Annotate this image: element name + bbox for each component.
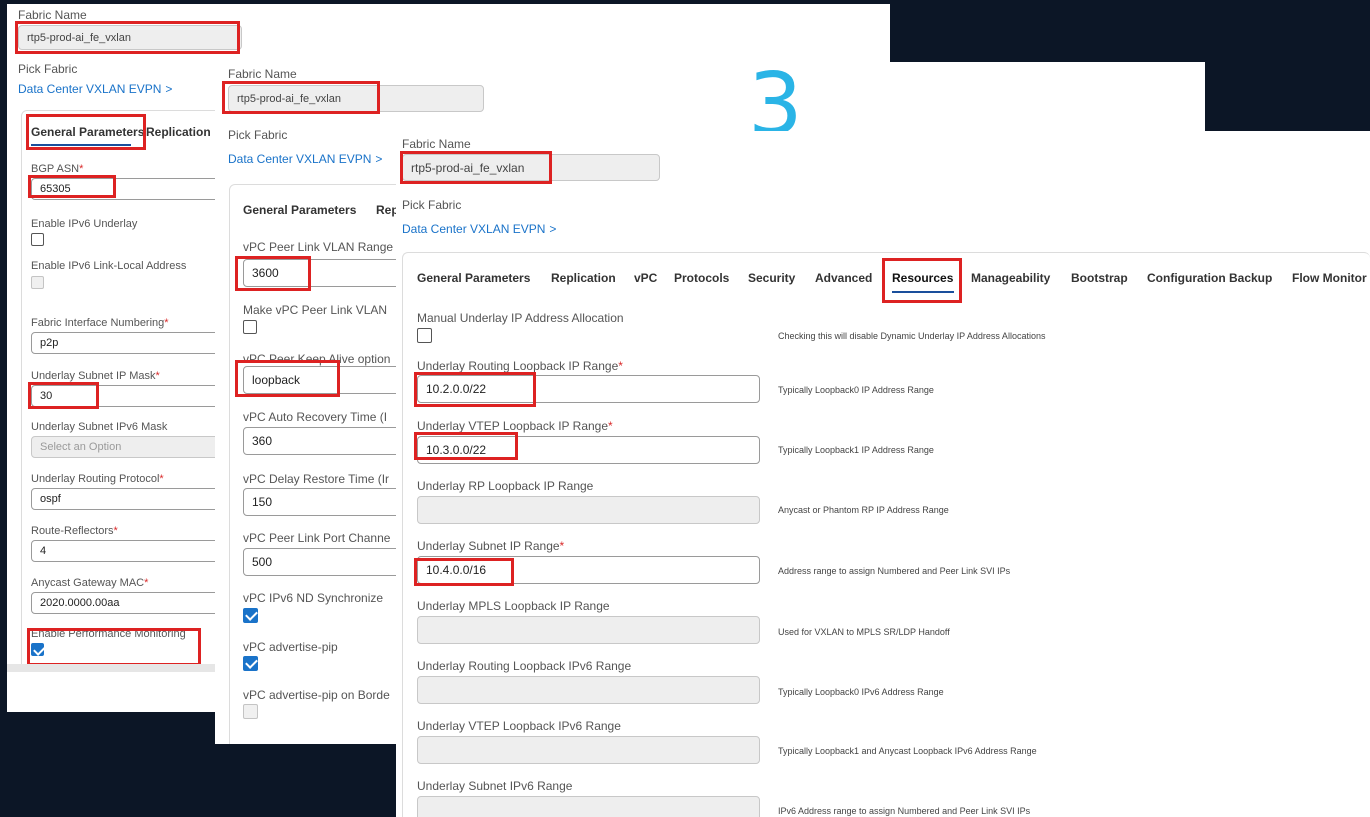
rp-loopback-range-input[interactable] <box>417 496 760 524</box>
nd-sync-checkbox[interactable] <box>243 608 258 623</box>
advertise-pip-label: vPC advertise-pip <box>243 640 338 654</box>
tab-general-parameters[interactable]: General Parameters <box>243 203 356 217</box>
fabric-name-label: Fabric Name <box>18 8 87 22</box>
bgp-asn-label: BGP ASN* <box>31 163 84 175</box>
auto-recovery-label: vPC Auto Recovery Time (I <box>243 410 388 424</box>
tab-configuration-backup[interactable]: Configuration Backup <box>1147 271 1272 285</box>
underlay-subnet-range-input[interactable]: 10.4.0.0/16 <box>417 556 760 584</box>
manual-alloc-checkbox[interactable] <box>417 328 432 343</box>
peer-link-vlan-input[interactable]: 3600 <box>243 259 403 287</box>
active-tab-underline <box>892 291 954 293</box>
underlay-subnet-range-help: Address range to assign Numbered and Pee… <box>778 566 1011 576</box>
rp-loopback-range-help: Anycast or Phantom RP IP Address Range <box>778 505 949 515</box>
vtep-loopback-v6-range-label: Underlay VTEP Loopback IPv6 Range <box>417 719 621 733</box>
fabric-name-label: Fabric Name <box>228 67 297 81</box>
fabric-name-label: Fabric Name <box>402 137 471 151</box>
tab-advanced[interactable]: Advanced <box>815 271 872 285</box>
route-reflectors-label: Route-Reflectors* <box>31 525 118 537</box>
underlay-subnet-v6-mask-label: Underlay Subnet IPv6 Mask <box>31 421 168 433</box>
pick-fabric-label: Pick Fabric <box>228 128 288 142</box>
tab-general-parameters[interactable]: General Parameters <box>417 271 530 285</box>
vtep-loopback-v6-range-help: Typically Loopback1 and Anycast Loopback… <box>778 746 1037 756</box>
fabric-type-link[interactable]: Data Center VXLAN EVPN > <box>402 222 556 236</box>
fabric-if-numbering-label: Fabric Interface Numbering* <box>31 317 169 329</box>
routing-loopback-range-label: Underlay Routing Loopback IP Range* <box>417 359 623 373</box>
ipv6-link-local-checkbox[interactable] <box>31 276 44 289</box>
delay-restore-label: vPC Delay Restore Time (Ir <box>243 472 390 486</box>
routing-protocol-select[interactable]: ospf <box>31 488 231 510</box>
routing-loopback-v6-range-input[interactable] <box>417 676 760 704</box>
perf-monitoring-checkbox[interactable] <box>31 643 44 656</box>
make-peer-link-checkbox[interactable] <box>243 320 257 334</box>
routing-protocol-label: Underlay Routing Protocol* <box>31 473 164 485</box>
manual-alloc-help: Checking this will disable Dynamic Under… <box>778 331 1046 341</box>
route-reflectors-select[interactable]: 4 <box>31 540 231 562</box>
pick-fabric-label: Pick Fabric <box>402 198 462 212</box>
mpls-loopback-range-label: Underlay MPLS Loopback IP Range <box>417 599 610 613</box>
delay-restore-input[interactable]: 150 <box>243 488 403 516</box>
perf-monitoring-label: Enable Performance Monitoring <box>31 628 186 640</box>
auto-recovery-input[interactable]: 360 <box>243 427 403 455</box>
fabric-name-input[interactable]: rtp5-prod-ai_fe_vxlan <box>228 85 484 112</box>
advertise-pip-border-label: vPC advertise-pip on Borde <box>243 688 390 702</box>
tab-general-parameters[interactable]: General Parameters <box>31 125 144 139</box>
underlay-subnet-mask-input[interactable]: 30 <box>31 385 231 407</box>
bgp-asn-input[interactable]: 65305 <box>31 178 231 200</box>
port-channel-label: vPC Peer Link Port Channe <box>243 531 391 545</box>
underlay-subnet-v6-range-help: IPv6 Address range to assign Numbered an… <box>778 806 1031 816</box>
routing-loopback-v6-range-label: Underlay Routing Loopback IPv6 Range <box>417 659 632 673</box>
mpls-loopback-range-help: Used for VXLAN to MPLS SR/LDP Handoff <box>778 627 950 637</box>
fabric-name-input[interactable]: rtp5-prod-ai_fe_vxlan <box>18 25 242 50</box>
fabric-panel-3: Fabric Name rtp5-prod-ai_fe_vxlan Pick F… <box>396 131 1370 817</box>
ipv6-link-local-label: Enable IPv6 Link-Local Address <box>31 260 187 272</box>
tab-flow-monitor[interactable]: Flow Monitor <box>1292 271 1367 285</box>
routing-loopback-range-help: Typically Loopback0 IP Address Range <box>778 385 934 395</box>
keepalive-select[interactable]: loopback <box>243 366 403 394</box>
fabric-type-link[interactable]: Data Center VXLAN EVPN > <box>228 152 382 166</box>
mpls-loopback-range-input[interactable] <box>417 616 760 644</box>
vtep-loopback-v6-range-input[interactable] <box>417 736 760 764</box>
keepalive-label: vPC Peer Keep Alive option <box>243 352 391 366</box>
vtep-loopback-range-help: Typically Loopback1 IP Address Range <box>778 445 934 455</box>
peer-link-vlan-label: vPC Peer Link VLAN Range <box>243 240 394 254</box>
underlay-subnet-range-label: Underlay Subnet IP Range* <box>417 539 565 553</box>
underlay-subnet-v6-mask-select[interactable]: Select an Option <box>31 436 231 458</box>
fabric-if-numbering-select[interactable]: p2p <box>31 332 231 354</box>
vtep-loopback-range-input[interactable]: 10.3.0.0/22 <box>417 436 760 464</box>
ipv6-underlay-checkbox[interactable] <box>31 233 44 246</box>
chevron-right-icon: > <box>549 222 557 236</box>
anycast-mac-input[interactable]: 2020.0000.00aa <box>31 592 231 614</box>
tab-protocols[interactable]: Protocols <box>674 271 729 285</box>
vtep-loopback-range-label: Underlay VTEP Loopback IP Range* <box>417 419 613 433</box>
chevron-right-icon: > <box>375 152 383 166</box>
tab-security[interactable]: Security <box>748 271 795 285</box>
tab-manageability[interactable]: Manageability <box>971 271 1050 285</box>
routing-loopback-range-input[interactable]: 10.2.0.0/22 <box>417 375 760 403</box>
chevron-right-icon: > <box>165 82 173 96</box>
tab-resources[interactable]: Resources <box>892 271 953 285</box>
make-peer-link-label: Make vPC Peer Link VLAN <box>243 303 388 317</box>
active-tab-underline <box>31 144 131 146</box>
tab-replication[interactable]: Replication <box>146 125 211 139</box>
tab-bootstrap[interactable]: Bootstrap <box>1071 271 1128 285</box>
underlay-subnet-v6-range-label: Underlay Subnet IPv6 Range <box>417 779 573 793</box>
anycast-mac-label: Anycast Gateway MAC* <box>31 577 149 589</box>
routing-loopback-v6-range-help: Typically Loopback0 IPv6 Address Range <box>778 687 944 697</box>
nd-sync-label: vPC IPv6 ND Synchronize <box>243 591 384 605</box>
fabric-name-input[interactable]: rtp5-prod-ai_fe_vxlan <box>402 154 660 181</box>
manual-alloc-label: Manual Underlay IP Address Allocation <box>417 311 624 325</box>
port-channel-input[interactable]: 500 <box>243 548 403 576</box>
tab-replication[interactable]: Replication <box>551 271 616 285</box>
tab-vpc[interactable]: vPC <box>634 271 657 285</box>
pick-fabric-label: Pick Fabric <box>18 62 78 76</box>
advertise-pip-checkbox[interactable] <box>243 656 258 671</box>
rp-loopback-range-label: Underlay RP Loopback IP Range <box>417 479 594 493</box>
underlay-subnet-mask-label: Underlay Subnet IP Mask* <box>31 370 160 382</box>
underlay-subnet-v6-range-input[interactable] <box>417 796 760 817</box>
ipv6-underlay-label: Enable IPv6 Underlay <box>31 218 138 230</box>
fabric-type-link[interactable]: Data Center VXLAN EVPN > <box>18 82 172 96</box>
advertise-pip-border-checkbox[interactable] <box>243 704 258 719</box>
